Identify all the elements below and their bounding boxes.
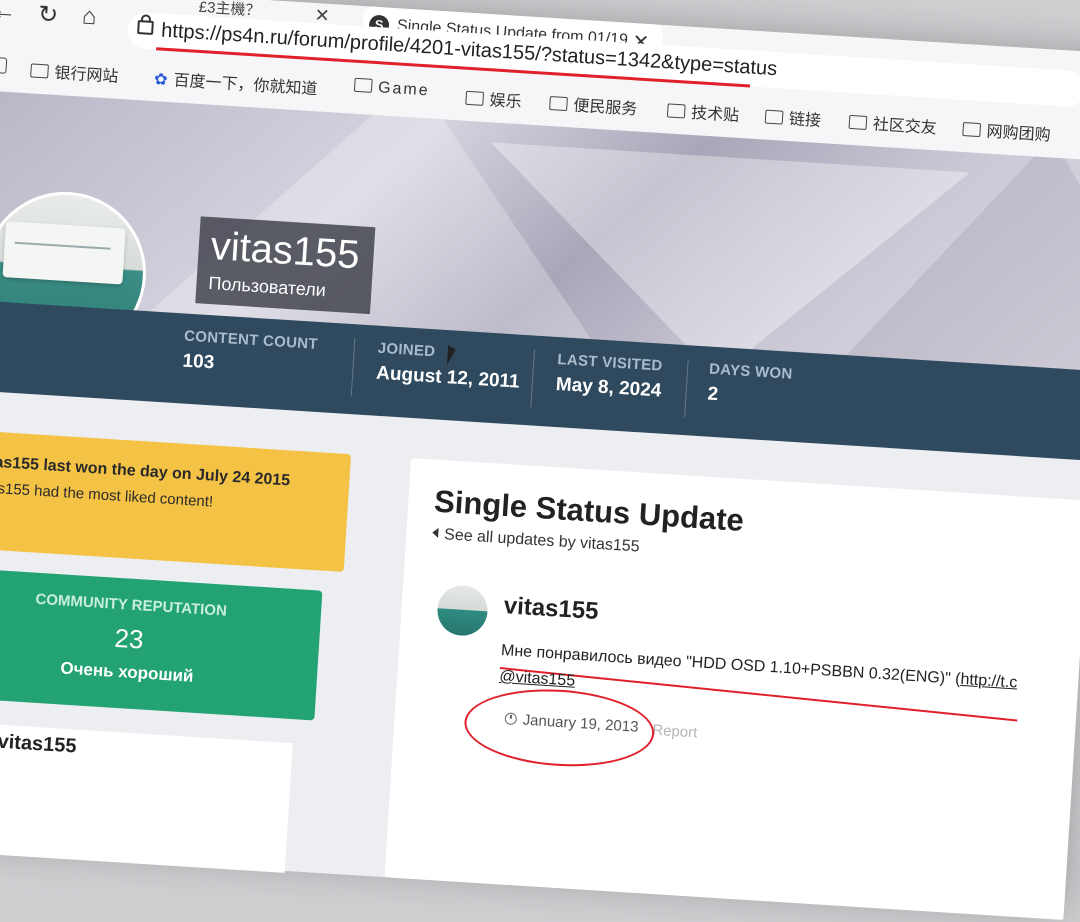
folder-icon [465, 90, 485, 106]
folder-icon [30, 63, 49, 79]
baidu-paw-icon: ✿ [153, 71, 169, 89]
stat-divider [350, 338, 356, 397]
lock-icon [137, 19, 154, 35]
about-title: About vitas155 [0, 727, 78, 758]
bookmark-item[interactable]: Game [353, 77, 430, 101]
profile-page: vitas155 Пользователи CONTENT COUNT 103 … [0, 89, 1080, 920]
report-link[interactable]: Report [652, 722, 698, 742]
day-winner-widget: vitas155 last won the day on July 24 201… [0, 429, 352, 572]
avatar-device-image [2, 221, 126, 285]
mouse-cursor-icon [446, 345, 457, 366]
folder-icon [549, 96, 568, 112]
bookmark-item[interactable]: 娱乐 [465, 85, 522, 112]
stat-label: LAST VISITED [556, 351, 664, 375]
bookmark-item[interactable]: 社区交友 [848, 109, 937, 138]
stat-days-won: DAYS WON 2 [707, 361, 793, 411]
folder-icon [962, 122, 982, 138]
bookmark-item[interactable]: 技术贴 [666, 97, 740, 125]
reading-list-icon[interactable] [0, 56, 8, 74]
annotation-circle-date [462, 683, 657, 772]
stat-value: 2 [706, 383, 719, 406]
stat-divider [684, 359, 689, 418]
folder-icon [353, 77, 373, 93]
stat-value: May 8, 2024 [555, 373, 662, 402]
bookmark-item[interactable]: 银行网站 [30, 57, 119, 86]
post-author-name[interactable]: vitas155 [503, 592, 599, 626]
photographed-screen: ← ↻ ⌂ £3主機？ ✕ S Single Status Update fro… [0, 0, 1080, 920]
bookmark-item[interactable]: 网购团购 [962, 116, 1051, 145]
folder-icon [666, 103, 686, 119]
bookmark-item[interactable]: ✿ 百度一下，你就知道 [154, 65, 319, 99]
back-arrow-icon[interactable]: ← [0, 0, 17, 26]
cover-shape [837, 125, 1080, 371]
reload-icon[interactable]: ↻ [37, 0, 59, 30]
stat-value: August 12, 2011 [375, 362, 521, 393]
reputation-widget: COMMUNITY REPUTATION 23 Очень хороший [0, 566, 323, 721]
status-card: Single Status Update See all updates by … [384, 457, 1080, 920]
post-link[interactable]: http://t.c [960, 671, 1018, 692]
profile-username: vitas155 [209, 224, 361, 278]
profile-name-box: vitas155 Пользователи [195, 216, 376, 315]
post-content: Мне понравилось видео "HDD OSD 1.10+PSBB… [500, 642, 1018, 692]
post-mention[interactable]: @vitas155 [499, 668, 576, 691]
bookmark-item[interactable]: 链接 [764, 104, 821, 131]
folder-icon [764, 109, 784, 125]
bookmark-item[interactable]: 便民服务 [549, 90, 638, 119]
caret-left-icon [432, 527, 439, 538]
post-author-avatar[interactable] [435, 584, 490, 638]
stat-content-count: CONTENT COUNT 103 [182, 328, 318, 381]
home-icon[interactable]: ⌂ [81, 3, 97, 32]
folder-icon [848, 114, 868, 130]
stat-last-visited: LAST VISITED May 8, 2024 [555, 351, 663, 403]
stat-label: DAYS WON [708, 360, 794, 383]
stat-value: 103 [181, 350, 215, 374]
stat-divider [530, 349, 536, 408]
stat-label: CONTENT COUNT [183, 327, 319, 353]
profile-group: Пользователи [207, 272, 327, 301]
about-widget: About vitas155 [0, 720, 293, 873]
